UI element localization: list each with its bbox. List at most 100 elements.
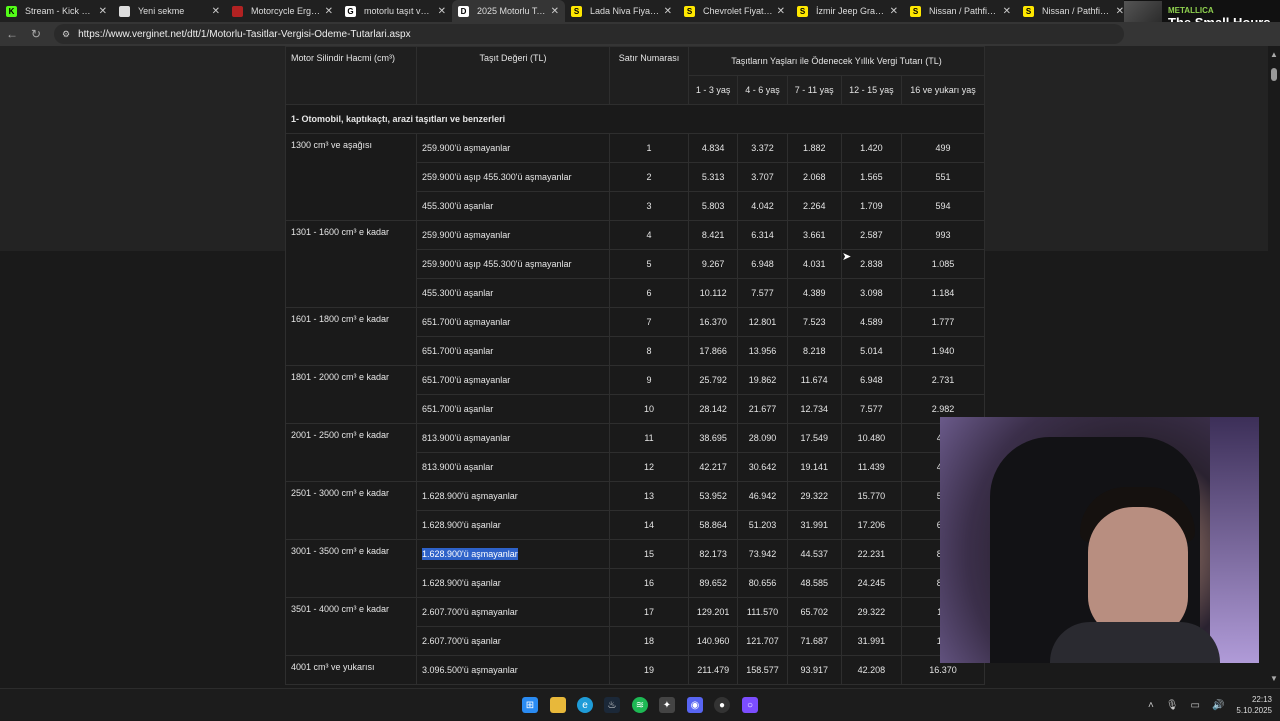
tab-7[interactable]: S Chevrolet Fiyatları & Modelleri ✕ (678, 0, 791, 22)
header-age-4: 12 - 15 yaş (840, 75, 902, 105)
value-cell: 259.900'ü aşıp 455.300'ü aşmayanlar (416, 162, 610, 192)
value-cell: 651.700'ü aşmayanlar (416, 307, 610, 337)
webcam-overlay (940, 417, 1259, 663)
value-text[interactable]: 455.300'ü aşanlar (422, 288, 493, 298)
close-tab-icon[interactable]: ✕ (1003, 6, 1011, 17)
scroll-down-icon[interactable]: ▼ (1270, 674, 1278, 683)
start-icon[interactable]: ⊞ (522, 697, 538, 713)
clock-date: 5.10.2025 (1236, 706, 1272, 715)
tab-title: Nissan / Pathfinder / 3 (1042, 6, 1112, 16)
header-value: Taşıt Değeri (TL) (416, 46, 610, 105)
value-text[interactable]: 1.628.900'ü aşanlar (422, 578, 501, 588)
value-cell: 1.628.900'ü aşmayanlar (416, 539, 610, 569)
tax-cell: 16.370 (687, 307, 739, 337)
value-text[interactable]: 2.607.700'ü aşmayanlar (422, 607, 518, 617)
value-text[interactable]: 259.900'ü aşmayanlar (422, 230, 510, 240)
reload-icon[interactable]: ↻ (24, 27, 48, 41)
volume-icon[interactable]: 🔊 (1212, 700, 1224, 711)
discord-icon[interactable]: ◉ (687, 697, 703, 713)
url-input[interactable]: ⚙ https://www.verginet.net/dtt/1/Motorlu… (54, 24, 1124, 44)
tax-cell: 2.068 (786, 162, 842, 192)
tax-cell: 42.208 (840, 655, 902, 685)
close-tab-icon[interactable]: ✕ (99, 6, 107, 17)
close-tab-icon[interactable]: ✕ (777, 6, 785, 17)
sahibinden-icon: S (910, 5, 921, 17)
value-text[interactable]: 259.900'ü aşmayanlar (422, 143, 510, 153)
tab-9[interactable]: S Nissan / Pathfinder / 3 ✕ (904, 0, 1017, 22)
back-icon[interactable]: ← (0, 27, 24, 41)
obs-icon[interactable]: ● (714, 697, 730, 713)
scroll-thumb[interactable] (1271, 68, 1277, 81)
site-info-icon[interactable]: ⚙ (62, 29, 70, 40)
value-text[interactable]: 651.700'ü aşanlar (422, 404, 493, 414)
cycle-ergo-icon (232, 5, 243, 17)
clock[interactable]: 22:13 5.10.2025 (1236, 694, 1272, 716)
value-text[interactable]: 2.607.700'ü aşanlar (422, 636, 501, 646)
tax-cell: 1.882 (786, 133, 842, 163)
value-text[interactable]: 3.096.500'ü aşmayanlar (422, 665, 518, 675)
tax-cell: 17.206 (840, 510, 902, 540)
value-cell: 259.900'ü aşıp 455.300'ü aşmayanlar (416, 249, 610, 279)
tab-10[interactable]: S Nissan / Pathfinder / 3 ✕ (1017, 0, 1130, 22)
app2-icon[interactable]: ○ (742, 697, 758, 713)
tab-8[interactable]: S İzmir Jeep Grand Cherokee ✕ (791, 0, 904, 22)
value-cell: 455.300'ü aşanlar (416, 191, 610, 221)
scroll-up-icon[interactable]: ▲ (1270, 50, 1278, 59)
close-tab-icon[interactable]: ✕ (551, 6, 559, 17)
scrollbar[interactable]: ▲ ▼ (1268, 46, 1280, 688)
value-text[interactable]: 259.900'ü aşıp 455.300'ü aşmayanlar (422, 172, 572, 182)
tab-4[interactable]: Gmotorlu taşıt vergi listesi ✕ (339, 0, 452, 22)
close-tab-icon[interactable]: ✕ (325, 6, 333, 17)
value-text[interactable]: 259.900'ü aşıp 455.300'ü aşmayanlar (422, 259, 572, 269)
tab-6[interactable]: S Lada Niva Fiyatları & Modelleri ✕ (565, 0, 678, 22)
close-tab-icon[interactable]: ✕ (212, 6, 220, 17)
tax-cell: 80.656 (737, 568, 788, 598)
header-age-2: 4 - 6 yaş (737, 75, 788, 105)
file-explorer-icon[interactable] (550, 697, 566, 713)
row-number-cell: 15 (609, 539, 689, 569)
tray-chevron-icon[interactable]: ˄ (1148, 700, 1154, 711)
tab-bar: KStream - Kick Dashboard✕Yeni sekme✕Moto… (0, 0, 1280, 22)
tax-cell: 29.322 (840, 597, 902, 627)
row-number-cell: 1 (609, 133, 689, 163)
app-icon[interactable]: ✦ (659, 697, 675, 713)
edge-icon[interactable]: e (577, 697, 593, 713)
tax-cell: 10.480 (840, 423, 902, 453)
network-icon[interactable]: ▭ (1191, 700, 1200, 711)
tax-cell: 551 (900, 162, 986, 192)
header-age-group: Taşıtların Yaşları ile Ödenecek Yıllık V… (688, 46, 985, 76)
document-icon: D (458, 5, 469, 17)
value-cell: 1.628.900'ü aşmayanlar (416, 481, 610, 511)
tab-title: Motorcycle Ergonomics (251, 6, 321, 16)
value-text[interactable]: 813.900'ü aşmayanlar (422, 433, 510, 443)
tab-5[interactable]: D 2025 Motorlu Taşıtlar Vergisi ✕ (452, 0, 565, 22)
tab-2[interactable]: Yeni sekme ✕ (113, 0, 226, 22)
close-tab-icon[interactable]: ✕ (1116, 6, 1124, 17)
value-text[interactable]: 1.628.900'ü aşanlar (422, 520, 501, 530)
value-text[interactable]: 1.628.900'ü aşmayanlar (422, 548, 518, 560)
tax-cell: 10.112 (687, 278, 739, 308)
row-number-cell: 17 (609, 597, 689, 627)
value-text[interactable]: 813.900'ü aşanlar (422, 462, 493, 472)
value-text[interactable]: 455.300'ü aşanlar (422, 201, 493, 211)
table-row: 1301 - 1600 cm³ e kadar 259.900'ü aşmayan… (285, 220, 986, 308)
tax-cell: 11.674 (786, 365, 842, 395)
value-text[interactable]: 1.628.900'ü aşmayanlar (422, 491, 518, 501)
tab-3[interactable]: Motorcycle Ergonomics ✕ (226, 0, 339, 22)
spotify-icon[interactable]: ≋ (632, 697, 648, 713)
row-number-cell: 19 (609, 655, 689, 685)
steam-icon[interactable]: ♨ (604, 697, 620, 713)
value-text[interactable]: 651.700'ü aşmayanlar (422, 317, 510, 327)
tax-table: Motor Silindir Hacmi (cm³) Taşıt Değeri … (285, 46, 986, 685)
value-text[interactable]: 651.700'ü aşanlar (422, 346, 493, 356)
close-tab-icon[interactable]: ✕ (664, 6, 672, 17)
close-tab-icon[interactable]: ✕ (438, 6, 446, 17)
close-tab-icon[interactable]: ✕ (890, 6, 898, 17)
tab-1[interactable]: K Stream - Kick Dashboard ✕ (0, 0, 113, 22)
value-text[interactable]: 651.700'ü aşmayanlar (422, 375, 510, 385)
mic-icon[interactable]: 🎙 (1166, 700, 1179, 711)
tax-cell: 7.523 (786, 307, 842, 337)
tax-cell: 30.642 (737, 452, 788, 482)
tax-cell: 2.731 (900, 365, 986, 395)
engine-cell: 3501 - 4000 cm³ e kadar (285, 597, 417, 656)
